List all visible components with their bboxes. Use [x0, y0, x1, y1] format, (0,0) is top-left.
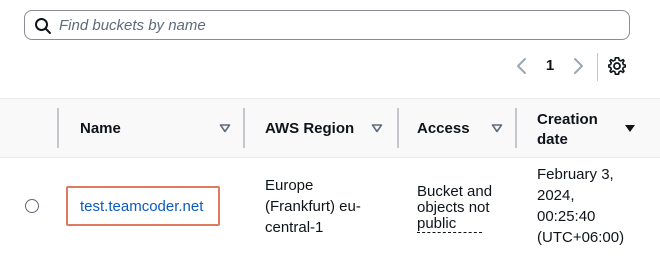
search-icon	[35, 18, 51, 34]
region-line: Europe	[265, 177, 314, 194]
access-line: objects not	[417, 199, 490, 216]
access-cell: Bucket and objects not public	[417, 183, 493, 233]
access-line: Bucket and	[417, 183, 493, 200]
chevron-left-icon[interactable]	[512, 56, 532, 76]
caret-down-icon[interactable]	[371, 122, 383, 134]
column-header-label-line: Creation	[537, 111, 598, 128]
bucket-name-link[interactable]: test.teamcoder.net	[80, 198, 203, 215]
creation-date-cell: February 3, 2024, 00:25:40 (UTC+06:00)	[537, 164, 624, 248]
chevron-right-icon[interactable]	[568, 56, 588, 76]
page-number[interactable]: 1	[538, 55, 562, 77]
column-header-name[interactable]: Name	[80, 120, 121, 137]
search-bar[interactable]	[24, 10, 630, 40]
caret-down-filled-icon[interactable]	[624, 122, 636, 134]
column-divider	[57, 108, 59, 148]
row-select-radio[interactable]	[25, 199, 39, 213]
date-line: 00:25:40	[537, 208, 596, 225]
column-header-region[interactable]: AWS Region	[265, 120, 354, 137]
column-header-access[interactable]: Access	[417, 120, 470, 137]
date-line: 2024,	[537, 187, 575, 204]
date-line: (UTC+06:00)	[537, 229, 625, 246]
column-divider	[397, 108, 399, 148]
column-divider	[243, 108, 245, 148]
access-line: public	[417, 215, 492, 233]
access-status-text[interactable]: public	[417, 215, 483, 233]
column-header-creation-date[interactable]: Creation date	[537, 110, 598, 150]
date-line: February 3,	[537, 166, 614, 183]
region-cell: Europe (Frankfurt) eu- central-1	[265, 175, 361, 238]
caret-down-icon[interactable]	[491, 122, 503, 134]
search-input[interactable]	[59, 14, 619, 36]
region-line: central-1	[265, 219, 324, 236]
column-header-label-line: date	[537, 131, 568, 148]
column-divider	[515, 108, 517, 148]
gear-icon[interactable]	[607, 56, 627, 76]
caret-down-icon[interactable]	[219, 122, 231, 134]
pagination-divider	[597, 53, 598, 81]
region-line: (Frankfurt) eu-	[265, 198, 361, 215]
